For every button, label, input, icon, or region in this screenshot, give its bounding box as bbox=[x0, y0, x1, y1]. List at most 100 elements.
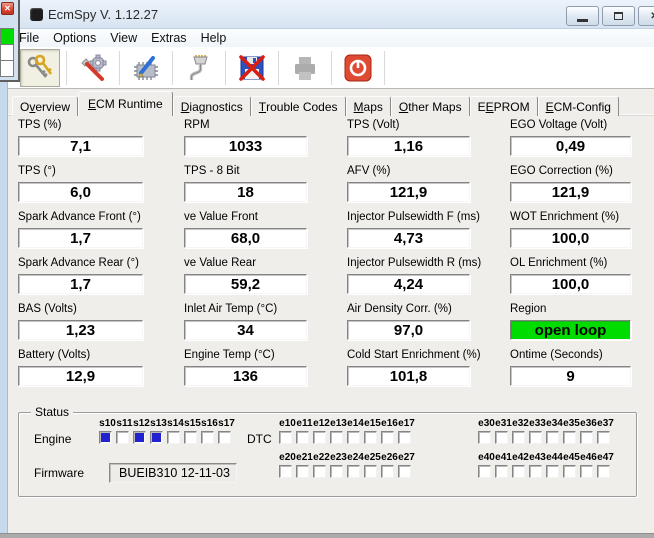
flag-checkbox-e42[interactable] bbox=[512, 465, 525, 478]
flag-checkbox-e45[interactable] bbox=[563, 465, 576, 478]
popup-close-button[interactable]: ✕ bbox=[1, 2, 14, 15]
flag-label: e43 bbox=[529, 452, 546, 463]
flag-checkbox-e33[interactable] bbox=[529, 431, 542, 444]
tab-ecm-config[interactable]: ECM-Config bbox=[538, 96, 619, 116]
flag-checkbox-s11[interactable] bbox=[116, 431, 129, 444]
flag-checkbox-e36[interactable] bbox=[580, 431, 593, 444]
flag-checkbox-s13[interactable] bbox=[150, 431, 163, 444]
flag-checkbox-s17[interactable] bbox=[218, 431, 231, 444]
flag-checkbox-s12[interactable] bbox=[133, 431, 146, 444]
tab-label: ther Maps bbox=[408, 100, 461, 114]
field-label-air-density: Air Density Corr. (%) bbox=[347, 303, 470, 315]
flag-checkbox-e22[interactable] bbox=[313, 465, 326, 478]
flag-checkbox-e26[interactable] bbox=[381, 465, 394, 478]
field-label-ontime: Ontime (Seconds) bbox=[510, 349, 631, 361]
close-icon: ✕ bbox=[650, 11, 654, 22]
dtc-flags-e20-e27: e20e21e22e23e24e25e26e27 bbox=[279, 452, 415, 478]
flag-checkbox-s14[interactable] bbox=[167, 431, 180, 444]
flag-checkbox-s15[interactable] bbox=[184, 431, 197, 444]
print-button[interactable] bbox=[285, 49, 325, 87]
menu-options[interactable]: Options bbox=[46, 29, 103, 47]
flag-checkbox-e21[interactable] bbox=[296, 465, 309, 478]
flag-checkbox-e15[interactable] bbox=[364, 431, 377, 444]
edit-ecm-button[interactable] bbox=[126, 49, 166, 87]
flag-label: e31 bbox=[495, 418, 512, 429]
tab-diagnostics[interactable]: Diagnostics bbox=[173, 96, 251, 116]
close-button[interactable]: ✕ bbox=[638, 6, 654, 26]
firmware-label: Firmware bbox=[34, 466, 84, 480]
flag-checkbox-e23[interactable] bbox=[330, 465, 343, 478]
flag-checkbox-s16[interactable] bbox=[201, 431, 214, 444]
flag-checkbox-e10[interactable] bbox=[279, 431, 292, 444]
field-value-ego-correction: 121,9 bbox=[510, 182, 631, 202]
flag-label: e33 bbox=[529, 418, 546, 429]
flag-checkbox-e31[interactable] bbox=[495, 431, 508, 444]
flag-checkbox-e12[interactable] bbox=[313, 431, 326, 444]
title-bar[interactable]: EcmSpy V. 1.12.27 ✕ bbox=[0, 0, 654, 29]
tab-ecm-runtime[interactable]: ECM Runtime bbox=[78, 91, 173, 116]
flag-checkbox-e34[interactable] bbox=[546, 431, 559, 444]
tab-trouble-codes[interactable]: Trouble Codes bbox=[251, 96, 346, 116]
interface-button[interactable] bbox=[179, 49, 219, 87]
flag-checkbox-e11[interactable] bbox=[296, 431, 309, 444]
ecm-runtime-page: Overview ECM Runtime Diagnostics Trouble… bbox=[8, 89, 654, 533]
menu-view[interactable]: View bbox=[103, 29, 144, 47]
field-value-cold-start: 101,8 bbox=[347, 366, 470, 386]
flag-checkboxes bbox=[279, 465, 415, 478]
keys-icon bbox=[25, 53, 55, 83]
connector-icon bbox=[184, 53, 214, 83]
save-cancel-button[interactable] bbox=[232, 49, 272, 87]
tab-overview[interactable]: Overview bbox=[12, 96, 78, 116]
flag-checkbox-e14[interactable] bbox=[347, 431, 360, 444]
field-label-ve-front: ve Value Front bbox=[184, 211, 307, 223]
flag-checkbox-e32[interactable] bbox=[512, 431, 525, 444]
flag-checkbox-e40[interactable] bbox=[478, 465, 491, 478]
flag-checkbox-e13[interactable] bbox=[330, 431, 343, 444]
flag-label: e26 bbox=[381, 452, 398, 463]
flag-checkbox-e25[interactable] bbox=[364, 465, 377, 478]
flag-checkbox-e37[interactable] bbox=[597, 431, 610, 444]
background-popup-window[interactable]: ✕ bbox=[0, 0, 20, 82]
flag-checkbox-e16[interactable] bbox=[381, 431, 394, 444]
flag-checkbox-e20[interactable] bbox=[279, 465, 292, 478]
field-label-inj-pw-r: Injector Pulsewidth R (ms) bbox=[347, 257, 470, 269]
field-value-ve-rear: 59,2 bbox=[184, 274, 307, 294]
field-label-tps-volt: TPS (Volt) bbox=[347, 119, 470, 131]
tab-label: E bbox=[486, 100, 494, 114]
flag-checkbox-e27[interactable] bbox=[398, 465, 411, 478]
flag-label: e40 bbox=[478, 452, 495, 463]
field-value-wot-enrichment: 100,0 bbox=[510, 228, 631, 248]
flag-checkbox-e43[interactable] bbox=[529, 465, 542, 478]
field-label-cold-start: Cold Start Enrichment (%) bbox=[347, 349, 470, 361]
flag-label: e44 bbox=[546, 452, 563, 463]
flag-checkbox-s10[interactable] bbox=[99, 431, 112, 444]
flag-checkbox-e46[interactable] bbox=[580, 465, 593, 478]
flag-checkbox-e24[interactable] bbox=[347, 465, 360, 478]
toolbar-separator bbox=[172, 51, 173, 85]
field-value-inlet-air-temp: 34 bbox=[184, 320, 307, 340]
flag-label: e35 bbox=[563, 418, 580, 429]
app-icon bbox=[30, 8, 43, 21]
tab-maps[interactable]: Maps bbox=[346, 96, 391, 116]
flag-checkbox-e47[interactable] bbox=[597, 465, 610, 478]
maximize-icon bbox=[614, 12, 623, 20]
tab-other-maps[interactable]: Other Maps bbox=[391, 96, 470, 116]
minimize-button[interactable] bbox=[566, 6, 599, 26]
flag-label: e34 bbox=[546, 418, 563, 429]
flag-label: e41 bbox=[495, 452, 512, 463]
flag-checkbox-e17[interactable] bbox=[398, 431, 411, 444]
maximize-button[interactable] bbox=[602, 6, 635, 26]
flag-checkbox-e41[interactable] bbox=[495, 465, 508, 478]
connect-button[interactable] bbox=[20, 49, 60, 87]
flag-checkbox-e44[interactable] bbox=[546, 465, 559, 478]
flag-checkbox-e30[interactable] bbox=[478, 431, 491, 444]
settings-button[interactable] bbox=[73, 49, 113, 87]
field-label-bas: BAS (Volts) bbox=[18, 303, 143, 315]
flag-checkbox-e35[interactable] bbox=[563, 431, 576, 444]
exit-button[interactable] bbox=[338, 49, 378, 87]
menu-help[interactable]: Help bbox=[194, 29, 234, 47]
tab-eeprom[interactable]: EEPROM bbox=[470, 96, 538, 116]
flag-label: e22 bbox=[313, 452, 330, 463]
menu-extras[interactable]: Extras bbox=[144, 29, 193, 47]
engine-label: Engine bbox=[34, 432, 71, 446]
